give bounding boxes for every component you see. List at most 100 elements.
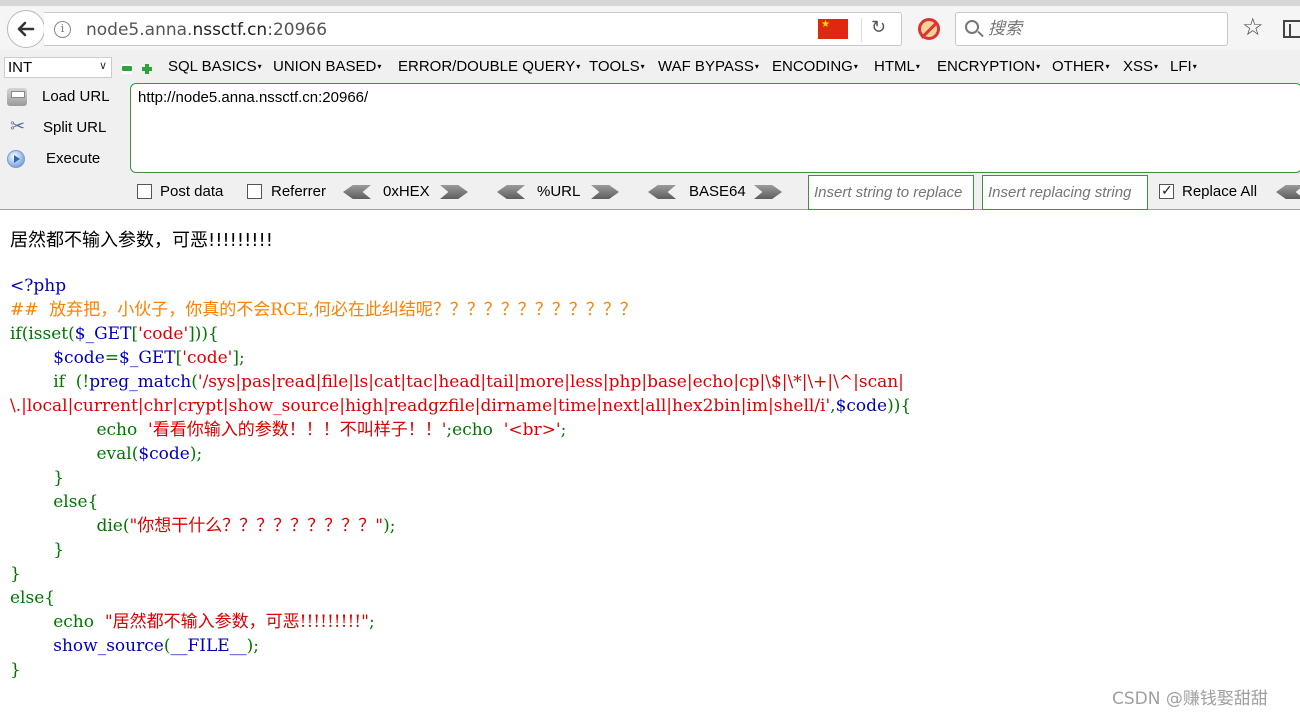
code-token: );: [246, 636, 260, 656]
referrer-checkbox[interactable]: [247, 184, 262, 199]
code-token: \.|local|current|chr|crypt|show_source|h…: [10, 396, 831, 416]
execute-label: Execute: [46, 150, 101, 167]
code-line: echo '看看你输入的参数！！！不叫样子！！';echo '<br>';: [10, 418, 911, 442]
menu-error-double-query[interactable]: ERROR/DOUBLE QUERY▾: [398, 58, 580, 75]
load-url-icon: [7, 88, 27, 106]
reload-icon[interactable]: ↻: [871, 17, 886, 38]
noscript-icon[interactable]: [918, 18, 940, 40]
url-decode-arrow-icon[interactable]: [497, 185, 525, 199]
menu-tools[interactable]: TOOLS▾: [589, 58, 645, 75]
code-token: '<br>': [503, 420, 561, 440]
back-arrow-icon: [17, 21, 35, 37]
base64-encode-arrow-icon[interactable]: [754, 185, 782, 199]
post-data-checkbox[interactable]: [137, 184, 152, 199]
code-token: if (!: [10, 372, 90, 392]
php-source-code: <?php ## 放弃把，小伙子，你真的不会RCE,何必在此纠结呢？？？？？？？？…: [10, 274, 911, 682]
code-token: preg_match: [89, 372, 192, 392]
code-line: ## 放弃把，小伙子，你真的不会RCE,何必在此纠结呢？？？？？？？？？？？？: [10, 298, 911, 322]
code-token: $code: [835, 396, 888, 416]
int-select[interactable]: INT ∨: [4, 57, 112, 78]
search-input[interactable]: [988, 19, 1218, 39]
code-token: }: [10, 468, 65, 488]
load-url-button[interactable]: Load URL: [4, 84, 124, 110]
url-enc-label: %URL: [537, 183, 581, 200]
scissors-icon: [7, 116, 27, 137]
page-message: 居然都不输入参数，可恶!!!!!!!!!: [10, 230, 273, 251]
hex-decode-arrow-icon[interactable]: [343, 185, 371, 199]
code-token: '看看你输入的参数！！！不叫样子！！': [148, 420, 447, 440]
back-button[interactable]: [7, 10, 45, 48]
bookmark-star-icon[interactable]: ☆: [1242, 14, 1264, 42]
info-icon[interactable]: i: [54, 21, 71, 38]
code-line: }: [10, 466, 911, 490]
replacing-string-input[interactable]: [982, 175, 1148, 210]
address-text[interactable]: node5.anna.nssctf.cn:20966: [86, 20, 327, 40]
code-token: "你想干什么？？？？？？？？？": [129, 516, 384, 536]
menu-encryption[interactable]: ENCRYPTION▾: [937, 58, 1040, 75]
code-line: die("你想干什么？？？？？？？？？");: [10, 514, 911, 538]
minus-icon[interactable]: [122, 64, 132, 74]
execute-button[interactable]: Execute: [4, 146, 124, 172]
code-line: else{: [10, 490, 911, 514]
chevron-down-icon: ∨: [98, 60, 107, 72]
china-flag-icon: [818, 19, 848, 39]
load-url-label: Load URL: [42, 88, 110, 105]
menu-lfi[interactable]: LFI▾: [1170, 58, 1197, 75]
menu-union-based[interactable]: UNION BASED▾: [273, 58, 381, 75]
hex-encode-arrow-icon[interactable]: [440, 185, 468, 199]
search-box[interactable]: [955, 12, 1228, 46]
watermark: CSDN @赚钱娶甜甜: [1112, 689, 1268, 709]
code-token: die(: [10, 516, 130, 536]
hackbar-panel: INT ∨ SQL BASICS▾ UNION BASED▾ ERROR/DOUB…: [0, 50, 1300, 210]
code-token: show_source: [53, 636, 164, 656]
code-token: '/sys|pas|read|file|ls|cat|tac|head|tail…: [197, 372, 904, 392]
menu-other[interactable]: OTHER▾: [1052, 58, 1110, 75]
code-token: $code: [53, 348, 105, 368]
code-token: $_GET: [119, 348, 176, 368]
replace-all-label: Replace All: [1182, 183, 1258, 200]
code-token: else{: [10, 588, 56, 608]
referrer-label: Referrer: [271, 183, 327, 200]
code-line: echo "居然都不输入参数，可恶!!!!!!!!!";: [10, 610, 911, 634]
code-line: show_source(__FILE__);: [10, 634, 911, 658]
menu-encoding[interactable]: ENCODING▾: [772, 58, 858, 75]
menu-html[interactable]: HTML▾: [874, 58, 920, 75]
code-token: echo: [10, 420, 149, 440]
code-line: if (!preg_match('/sys|pas|read|file|ls|c…: [10, 370, 911, 394]
address-bar[interactable]: i node5.anna.nssctf.cn:20966 ↻: [44, 12, 902, 46]
split-url-label: Split URL: [43, 119, 107, 136]
menu-xss[interactable]: XSS▾: [1123, 58, 1158, 75]
split-url-button[interactable]: Split URL: [4, 115, 124, 141]
library-icon[interactable]: [1283, 20, 1300, 38]
menu-waf-bypass[interactable]: WAF BYPASS▾: [658, 58, 759, 75]
hex-label: 0xHEX: [383, 183, 430, 200]
code-token: }: [10, 660, 21, 680]
code-token: }: [10, 540, 65, 560]
code-token: ])){: [188, 324, 219, 344]
code-token: );: [383, 516, 396, 536]
url-encode-arrow-icon[interactable]: [591, 185, 619, 199]
code-token: eval(: [10, 444, 139, 464]
plus-icon[interactable]: [142, 64, 152, 74]
replace-arrow-icon[interactable]: [1276, 185, 1300, 199]
code-token: ;: [560, 420, 567, 440]
code-line: $code=$_GET['code'];: [10, 346, 911, 370]
code-line: }: [10, 658, 911, 682]
replace-string-input[interactable]: [808, 175, 974, 210]
replace-all-checkbox[interactable]: [1159, 182, 1174, 199]
code-token: }: [10, 564, 21, 584]
base64-decode-arrow-icon[interactable]: [648, 185, 676, 199]
post-data-label: Post data: [160, 183, 224, 200]
code-token: (: [191, 372, 198, 392]
code-line: \.|local|current|chr|crypt|show_source|h…: [10, 394, 911, 418]
hackbar-url-input[interactable]: [130, 83, 1300, 173]
code-line: <?php: [10, 274, 911, 298]
code-token: <?php: [10, 276, 67, 296]
code-line: }: [10, 562, 911, 586]
code-token: 'code': [182, 348, 233, 368]
code-token: echo: [10, 612, 105, 632]
menu-sql-basics[interactable]: SQL BASICS▾: [168, 58, 262, 75]
code-line: eval($code);: [10, 442, 911, 466]
